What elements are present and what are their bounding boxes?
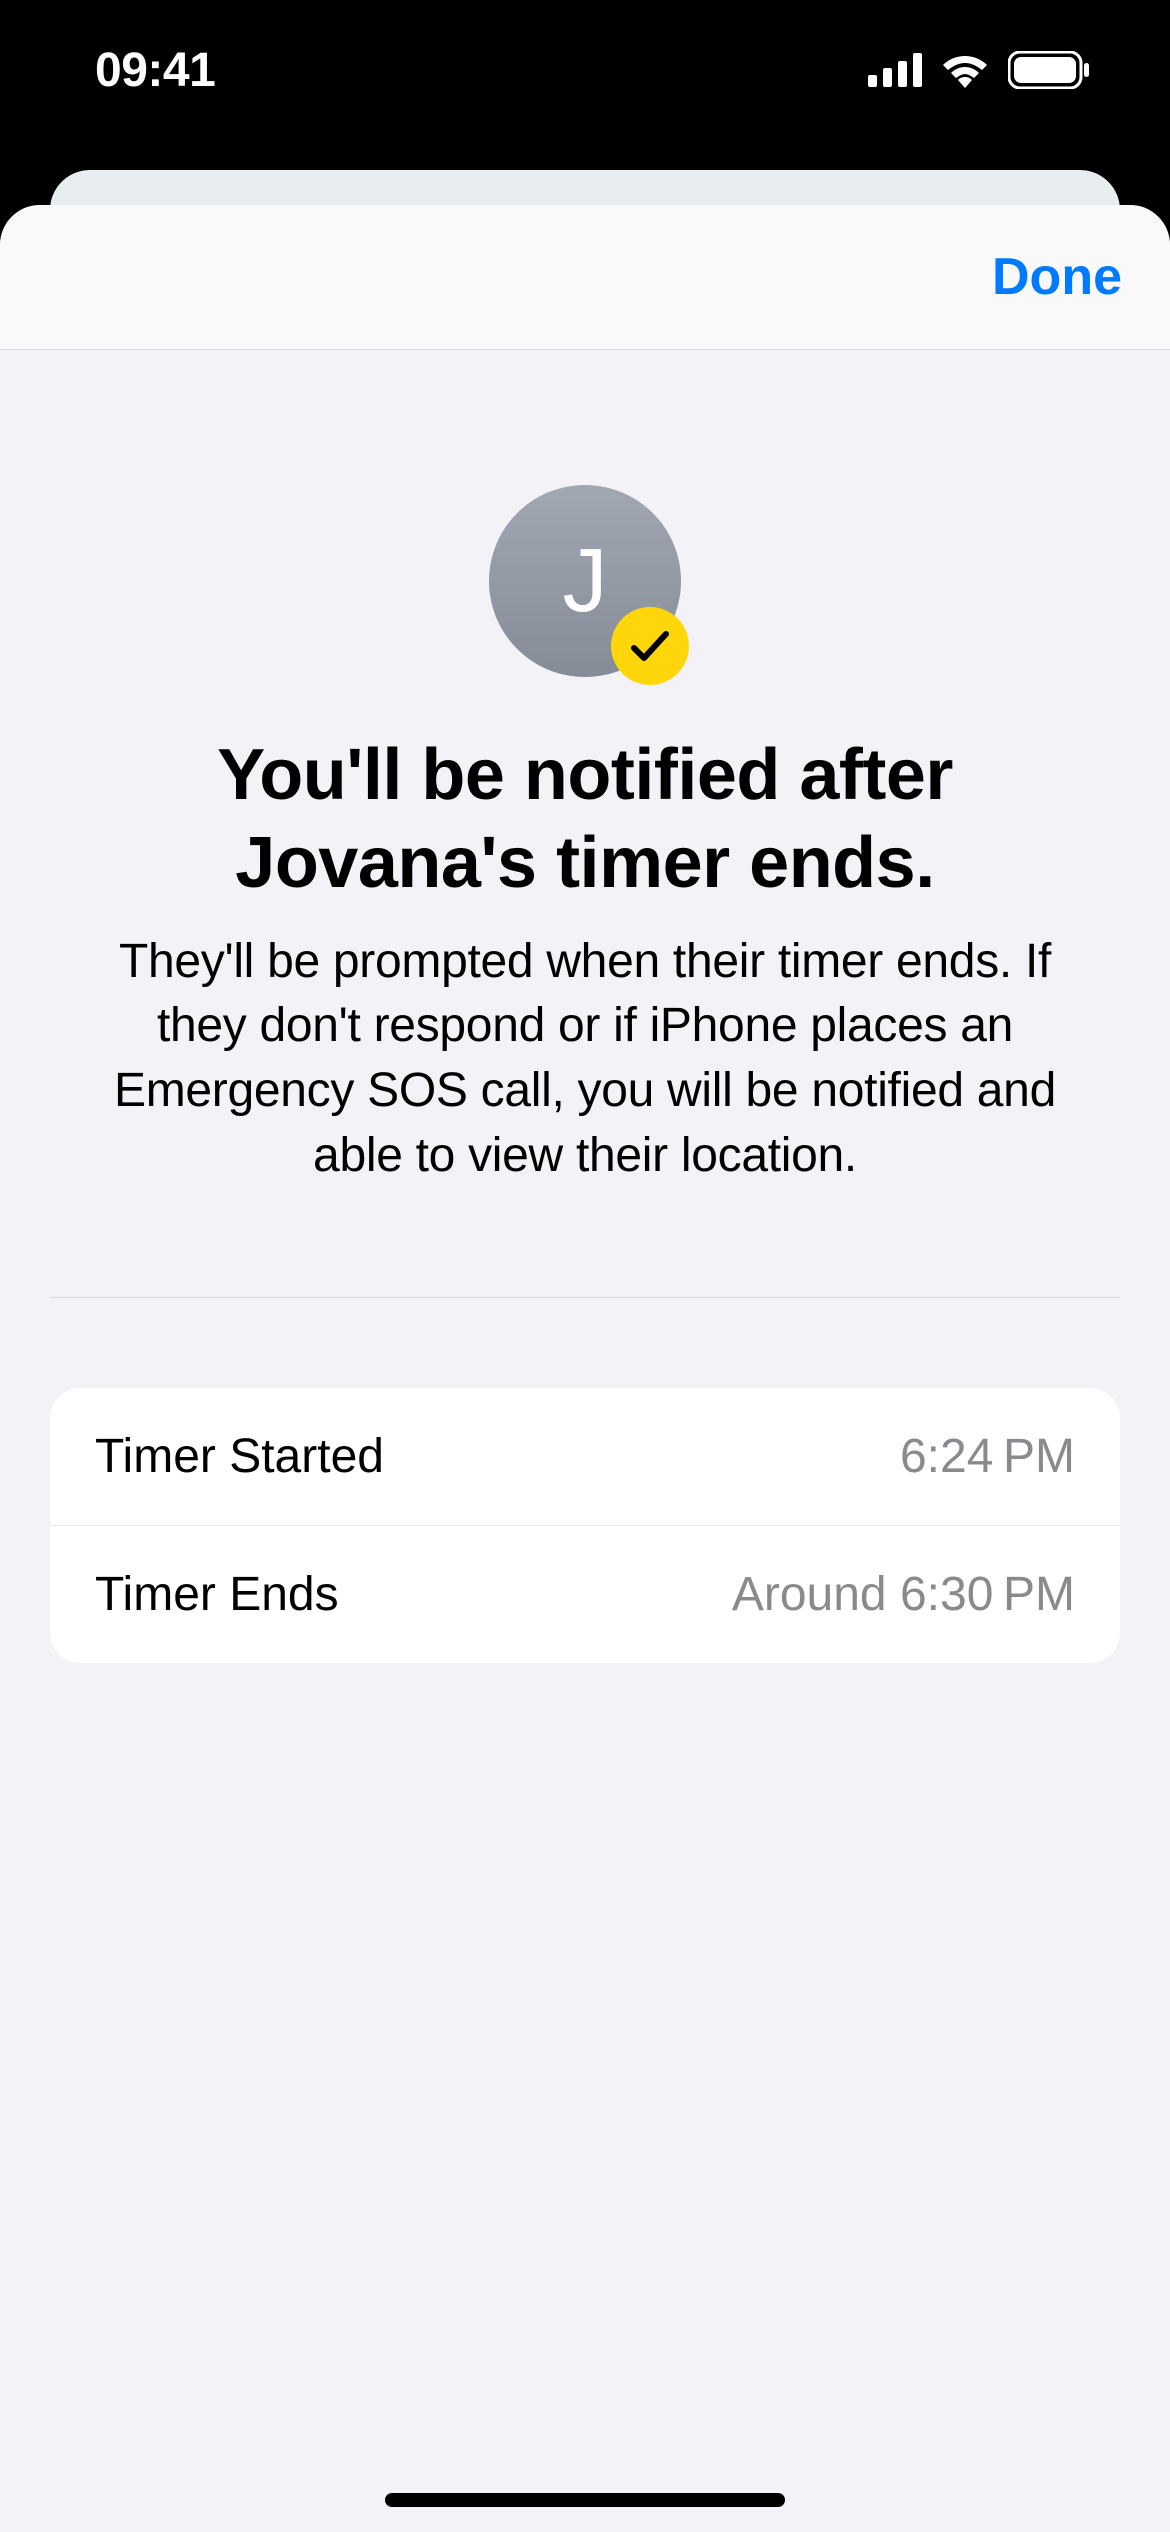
home-indicator[interactable] xyxy=(385,2493,785,2507)
done-button[interactable]: Done xyxy=(992,247,1122,307)
wifi-icon xyxy=(940,52,990,88)
timer-ends-value: Around 6:30 PM xyxy=(732,1567,1075,1622)
cellular-signal-icon xyxy=(868,53,922,87)
status-bar: 09:41 xyxy=(0,0,1170,140)
check-badge xyxy=(611,607,689,685)
status-time: 09:41 xyxy=(95,43,215,98)
checkmark-icon xyxy=(629,626,671,666)
timer-ends-row: Timer Ends Around 6:30 PM xyxy=(50,1525,1120,1663)
modal-sheet: Done J You'll be notified after Jovana's… xyxy=(0,205,1170,2532)
timer-started-row: Timer Started 6:24 PM xyxy=(50,1388,1120,1525)
description-text: They'll be prompted when their timer end… xyxy=(50,930,1120,1189)
battery-icon xyxy=(1008,51,1090,89)
modal-header: Done xyxy=(0,205,1170,350)
divider xyxy=(50,1297,1120,1298)
content-area: J You'll be notified after Jovana's time… xyxy=(0,350,1170,1663)
avatar-container: J xyxy=(489,485,681,677)
timer-ends-label: Timer Ends xyxy=(95,1567,339,1622)
status-icons xyxy=(868,51,1090,89)
timer-info-group: Timer Started 6:24 PM Timer Ends Around … xyxy=(50,1388,1120,1663)
timer-started-label: Timer Started xyxy=(95,1429,384,1484)
timer-started-value: 6:24 PM xyxy=(900,1429,1075,1484)
page-title: You'll be notified after Jovana's timer … xyxy=(50,732,1120,908)
